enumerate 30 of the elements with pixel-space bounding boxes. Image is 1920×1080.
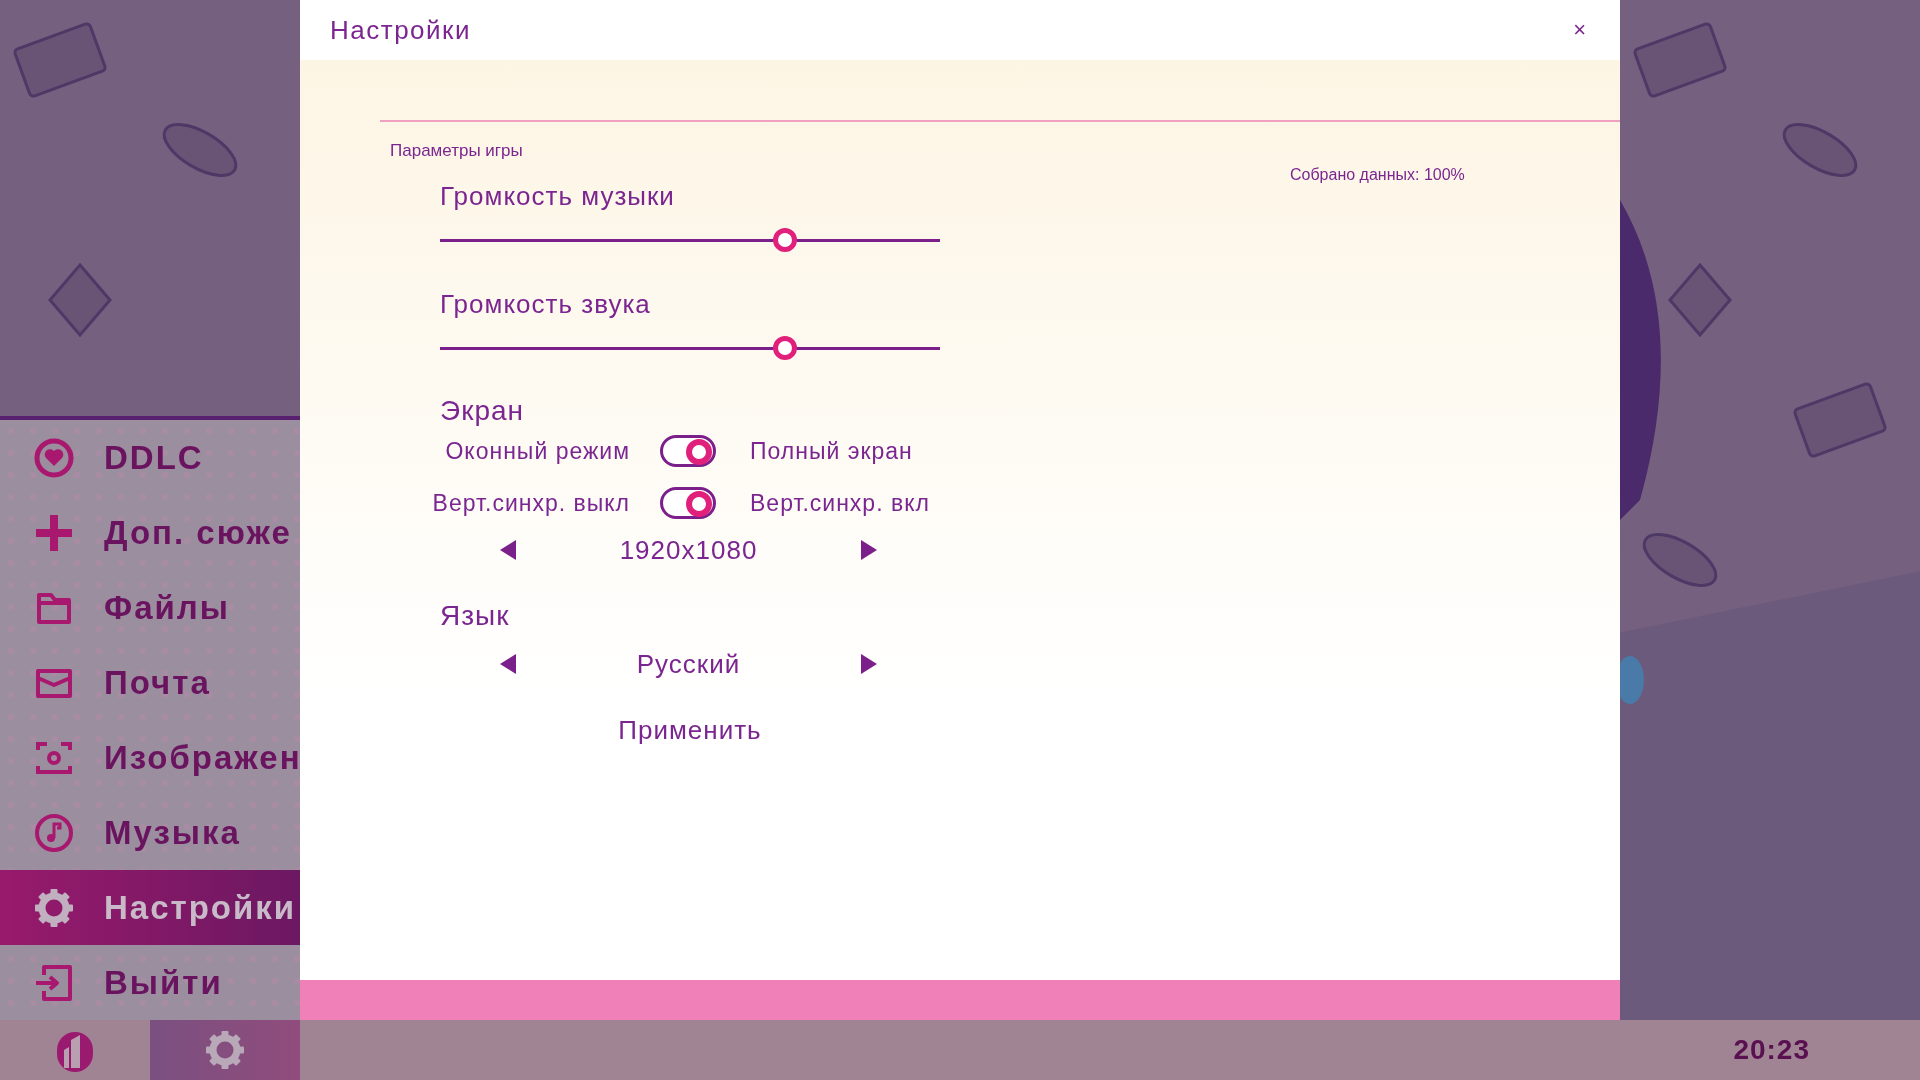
language-value: Русский [635,648,742,680]
settings-icon [203,1028,247,1072]
dialog-title: Настройки [330,14,471,46]
option-label: Полный экран [750,437,914,465]
menu-item[interactable]: Доп. сюже [0,495,300,570]
slider-thumb[interactable] [773,336,797,360]
toggle-switch[interactable] [660,487,716,519]
slider-label: Громкость музыки [440,181,676,211]
section-label: Параметры игры [390,141,524,161]
menu-item[interactable]: Выйти [0,945,300,1020]
section-heading: Язык [440,599,511,633]
option-label: Верт.синхр. выкл [431,489,630,517]
slider-thumb[interactable] [773,228,797,252]
menu-item[interactable]: Файлы [0,570,300,645]
option-label: Оконный режим [444,437,630,465]
section-heading: Экран [440,394,525,428]
toggle-switch[interactable] [660,435,716,467]
data-collected-label: Собрано данных: 100% [1290,166,1466,184]
apply-button[interactable]: Применить [490,708,890,752]
menu-item[interactable]: Почта [0,645,300,720]
menu-item[interactable]: Настройки [0,870,300,945]
menu-item[interactable]: Изображен [0,720,300,795]
clock: 20:23 [1733,1034,1810,1066]
menu-item[interactable]: DDLC [0,420,300,495]
resolution-value: 1920x1080 [618,534,759,566]
menu-item[interactable]: Музыка [0,795,300,870]
settings-tab[interactable] [150,1020,300,1080]
option-label: Верт.синхр. вкл [750,489,931,517]
slider-label: Громкость звука [440,289,652,319]
close-button[interactable]: × [1569,17,1590,43]
